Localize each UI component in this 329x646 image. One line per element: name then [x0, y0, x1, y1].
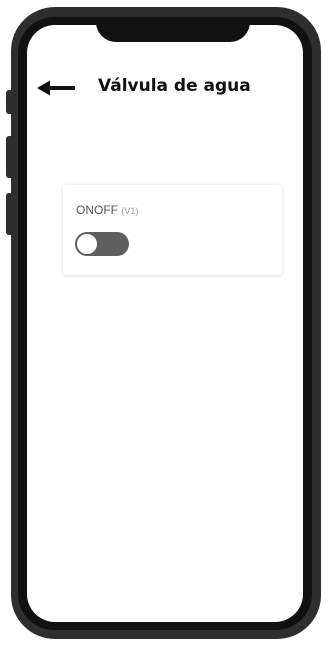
widget-label-row: ONOFF (V1) — [76, 203, 138, 218]
page-title: Válvula de agua — [98, 76, 251, 96]
widget-pin: (V1) — [121, 206, 139, 216]
widget-label: ONOFF — [76, 203, 118, 217]
app-screen — [27, 25, 303, 622]
switch-widget-card: ONOFF (V1) — [63, 185, 282, 275]
device-notch — [96, 17, 250, 42]
phone-mockup: Válvula de agua ONOFF (V1) — [0, 0, 329, 646]
toggle-knob — [76, 233, 98, 255]
arrow-left-icon[interactable] — [37, 79, 75, 97]
onoff-toggle[interactable] — [75, 232, 129, 256]
